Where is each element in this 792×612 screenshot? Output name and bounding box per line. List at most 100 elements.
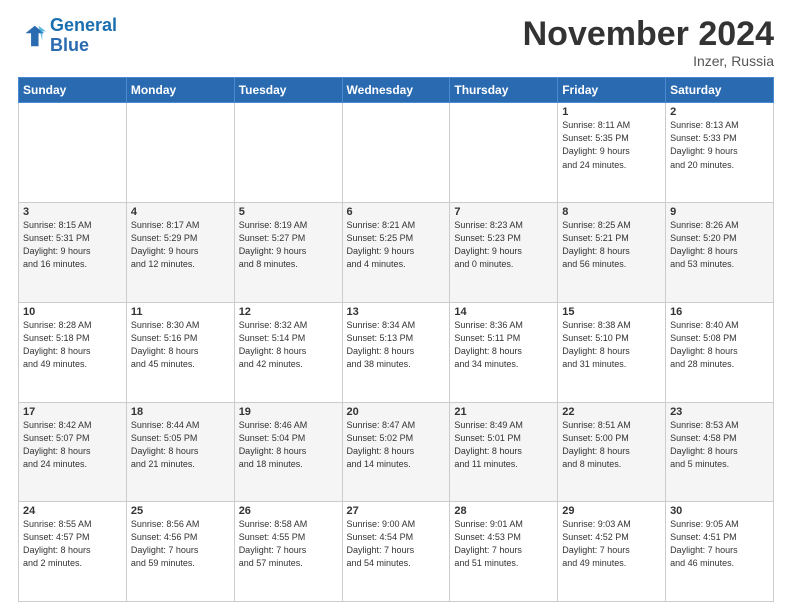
col-thursday: Thursday (450, 78, 558, 103)
day-info: Sunrise: 8:30 AM Sunset: 5:16 PM Dayligh… (131, 319, 230, 371)
day-number: 11 (131, 306, 230, 318)
day-info: Sunrise: 8:46 AM Sunset: 5:04 PM Dayligh… (239, 419, 338, 471)
day-number: 12 (239, 306, 338, 318)
title-block: November 2024 Inzer, Russia (523, 16, 774, 69)
day-number: 14 (454, 306, 553, 318)
day-number: 26 (239, 505, 338, 517)
day-info: Sunrise: 8:15 AM Sunset: 5:31 PM Dayligh… (23, 219, 122, 271)
location: Inzer, Russia (523, 53, 774, 69)
calendar-header-row: Sunday Monday Tuesday Wednesday Thursday… (19, 78, 774, 103)
calendar-cell: 8Sunrise: 8:25 AM Sunset: 5:21 PM Daylig… (558, 203, 666, 303)
calendar-cell (126, 103, 234, 203)
day-info: Sunrise: 9:00 AM Sunset: 4:54 PM Dayligh… (347, 518, 446, 570)
day-info: Sunrise: 8:44 AM Sunset: 5:05 PM Dayligh… (131, 419, 230, 471)
day-number: 18 (131, 406, 230, 418)
day-number: 29 (562, 505, 661, 517)
calendar-cell: 10Sunrise: 8:28 AM Sunset: 5:18 PM Dayli… (19, 302, 127, 402)
calendar-cell: 27Sunrise: 9:00 AM Sunset: 4:54 PM Dayli… (342, 502, 450, 602)
calendar-cell: 17Sunrise: 8:42 AM Sunset: 5:07 PM Dayli… (19, 402, 127, 502)
calendar-cell: 16Sunrise: 8:40 AM Sunset: 5:08 PM Dayli… (666, 302, 774, 402)
logo-icon (18, 22, 46, 50)
day-info: Sunrise: 8:17 AM Sunset: 5:29 PM Dayligh… (131, 219, 230, 271)
logo-line1: General (50, 15, 117, 35)
day-number: 25 (131, 505, 230, 517)
day-info: Sunrise: 8:32 AM Sunset: 5:14 PM Dayligh… (239, 319, 338, 371)
col-tuesday: Tuesday (234, 78, 342, 103)
day-number: 7 (454, 206, 553, 218)
day-number: 1 (562, 106, 661, 118)
day-number: 6 (347, 206, 446, 218)
calendar-cell (342, 103, 450, 203)
calendar-cell: 15Sunrise: 8:38 AM Sunset: 5:10 PM Dayli… (558, 302, 666, 402)
calendar-week-2: 10Sunrise: 8:28 AM Sunset: 5:18 PM Dayli… (19, 302, 774, 402)
calendar-cell: 4Sunrise: 8:17 AM Sunset: 5:29 PM Daylig… (126, 203, 234, 303)
day-number: 28 (454, 505, 553, 517)
day-number: 19 (239, 406, 338, 418)
day-info: Sunrise: 8:28 AM Sunset: 5:18 PM Dayligh… (23, 319, 122, 371)
day-number: 21 (454, 406, 553, 418)
calendar-week-4: 24Sunrise: 8:55 AM Sunset: 4:57 PM Dayli… (19, 502, 774, 602)
calendar-week-0: 1Sunrise: 8:11 AM Sunset: 5:35 PM Daylig… (19, 103, 774, 203)
day-info: Sunrise: 8:55 AM Sunset: 4:57 PM Dayligh… (23, 518, 122, 570)
calendar: Sunday Monday Tuesday Wednesday Thursday… (18, 77, 774, 602)
day-number: 30 (670, 505, 769, 517)
day-number: 22 (562, 406, 661, 418)
day-number: 4 (131, 206, 230, 218)
calendar-cell: 28Sunrise: 9:01 AM Sunset: 4:53 PM Dayli… (450, 502, 558, 602)
day-info: Sunrise: 8:23 AM Sunset: 5:23 PM Dayligh… (454, 219, 553, 271)
calendar-cell: 19Sunrise: 8:46 AM Sunset: 5:04 PM Dayli… (234, 402, 342, 502)
day-info: Sunrise: 9:05 AM Sunset: 4:51 PM Dayligh… (670, 518, 769, 570)
page: General Blue November 2024 Inzer, Russia… (0, 0, 792, 612)
day-info: Sunrise: 8:38 AM Sunset: 5:10 PM Dayligh… (562, 319, 661, 371)
day-info: Sunrise: 8:36 AM Sunset: 5:11 PM Dayligh… (454, 319, 553, 371)
calendar-cell: 5Sunrise: 8:19 AM Sunset: 5:27 PM Daylig… (234, 203, 342, 303)
day-number: 20 (347, 406, 446, 418)
day-info: Sunrise: 8:26 AM Sunset: 5:20 PM Dayligh… (670, 219, 769, 271)
calendar-cell: 6Sunrise: 8:21 AM Sunset: 5:25 PM Daylig… (342, 203, 450, 303)
day-number: 17 (23, 406, 122, 418)
calendar-cell: 1Sunrise: 8:11 AM Sunset: 5:35 PM Daylig… (558, 103, 666, 203)
logo-text: General Blue (50, 16, 117, 56)
col-wednesday: Wednesday (342, 78, 450, 103)
calendar-cell: 20Sunrise: 8:47 AM Sunset: 5:02 PM Dayli… (342, 402, 450, 502)
day-info: Sunrise: 8:49 AM Sunset: 5:01 PM Dayligh… (454, 419, 553, 471)
day-number: 3 (23, 206, 122, 218)
calendar-cell (234, 103, 342, 203)
calendar-cell: 26Sunrise: 8:58 AM Sunset: 4:55 PM Dayli… (234, 502, 342, 602)
day-info: Sunrise: 8:51 AM Sunset: 5:00 PM Dayligh… (562, 419, 661, 471)
day-info: Sunrise: 9:01 AM Sunset: 4:53 PM Dayligh… (454, 518, 553, 570)
day-info: Sunrise: 8:47 AM Sunset: 5:02 PM Dayligh… (347, 419, 446, 471)
day-info: Sunrise: 8:13 AM Sunset: 5:33 PM Dayligh… (670, 119, 769, 171)
day-info: Sunrise: 9:03 AM Sunset: 4:52 PM Dayligh… (562, 518, 661, 570)
calendar-cell: 11Sunrise: 8:30 AM Sunset: 5:16 PM Dayli… (126, 302, 234, 402)
day-number: 13 (347, 306, 446, 318)
day-info: Sunrise: 8:40 AM Sunset: 5:08 PM Dayligh… (670, 319, 769, 371)
calendar-cell: 7Sunrise: 8:23 AM Sunset: 5:23 PM Daylig… (450, 203, 558, 303)
calendar-cell: 9Sunrise: 8:26 AM Sunset: 5:20 PM Daylig… (666, 203, 774, 303)
day-number: 8 (562, 206, 661, 218)
day-info: Sunrise: 8:34 AM Sunset: 5:13 PM Dayligh… (347, 319, 446, 371)
day-info: Sunrise: 8:56 AM Sunset: 4:56 PM Dayligh… (131, 518, 230, 570)
day-info: Sunrise: 8:53 AM Sunset: 4:58 PM Dayligh… (670, 419, 769, 471)
calendar-cell: 25Sunrise: 8:56 AM Sunset: 4:56 PM Dayli… (126, 502, 234, 602)
calendar-week-1: 3Sunrise: 8:15 AM Sunset: 5:31 PM Daylig… (19, 203, 774, 303)
col-saturday: Saturday (666, 78, 774, 103)
calendar-cell: 13Sunrise: 8:34 AM Sunset: 5:13 PM Dayli… (342, 302, 450, 402)
calendar-week-3: 17Sunrise: 8:42 AM Sunset: 5:07 PM Dayli… (19, 402, 774, 502)
calendar-cell: 22Sunrise: 8:51 AM Sunset: 5:00 PM Dayli… (558, 402, 666, 502)
day-number: 2 (670, 106, 769, 118)
calendar-cell: 18Sunrise: 8:44 AM Sunset: 5:05 PM Dayli… (126, 402, 234, 502)
calendar-cell: 21Sunrise: 8:49 AM Sunset: 5:01 PM Dayli… (450, 402, 558, 502)
calendar-cell: 3Sunrise: 8:15 AM Sunset: 5:31 PM Daylig… (19, 203, 127, 303)
day-number: 24 (23, 505, 122, 517)
day-info: Sunrise: 8:58 AM Sunset: 4:55 PM Dayligh… (239, 518, 338, 570)
day-info: Sunrise: 8:19 AM Sunset: 5:27 PM Dayligh… (239, 219, 338, 271)
day-number: 10 (23, 306, 122, 318)
day-info: Sunrise: 8:21 AM Sunset: 5:25 PM Dayligh… (347, 219, 446, 271)
calendar-cell: 30Sunrise: 9:05 AM Sunset: 4:51 PM Dayli… (666, 502, 774, 602)
col-monday: Monday (126, 78, 234, 103)
col-friday: Friday (558, 78, 666, 103)
calendar-cell: 14Sunrise: 8:36 AM Sunset: 5:11 PM Dayli… (450, 302, 558, 402)
calendar-cell (19, 103, 127, 203)
day-number: 9 (670, 206, 769, 218)
